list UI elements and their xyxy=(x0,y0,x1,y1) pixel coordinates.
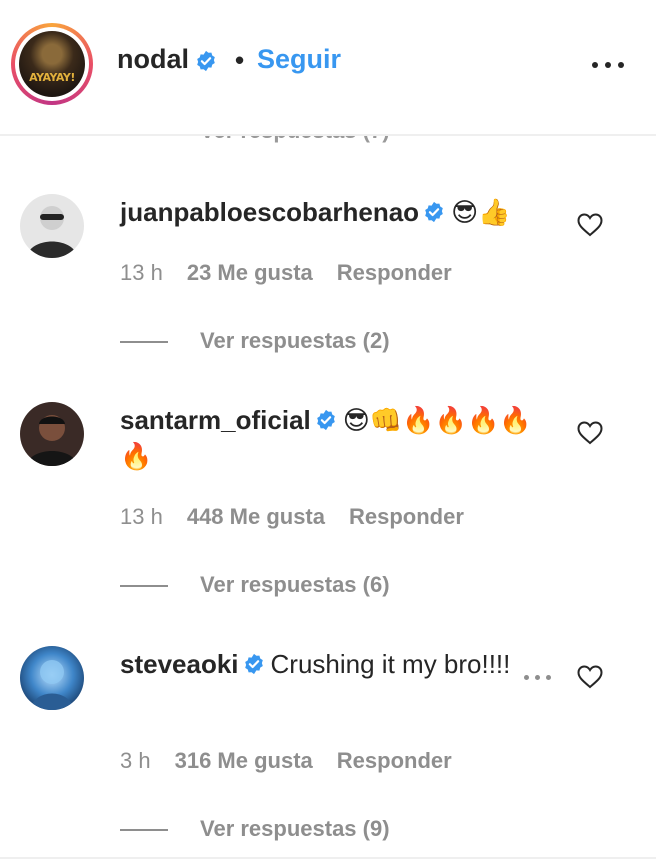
comment-meta: 3 h 316 Me gusta Responder xyxy=(120,748,476,774)
verified-badge-icon xyxy=(425,201,443,223)
heart-icon[interactable] xyxy=(577,665,603,689)
bottom-divider xyxy=(0,857,656,859)
reply-button[interactable]: Responder xyxy=(337,260,452,285)
comment-more-icon[interactable] xyxy=(524,675,552,681)
verified-badge-icon xyxy=(244,653,263,675)
comment-time[interactable]: 3 h xyxy=(120,748,151,773)
post-header: AYAYAY! nodal • Seguir xyxy=(0,0,656,136)
commenter-avatar[interactable] xyxy=(20,402,84,466)
avatar-image: AYAYAY! xyxy=(19,31,85,97)
comment-time[interactable]: 13 h xyxy=(120,260,163,285)
view-replies-label[interactable]: Ver respuestas (2) xyxy=(200,328,390,354)
reply-button[interactable]: Responder xyxy=(349,504,464,529)
comment-meta: 13 h 448 Me gusta Responder xyxy=(120,504,488,530)
avatar-image xyxy=(20,194,84,258)
comment-text: juanpabloescobarhenao 😎👍 xyxy=(120,194,540,230)
comment-username[interactable]: santarm_oficial xyxy=(120,405,311,435)
comment-body: Crushing it my bro!!!! xyxy=(270,649,511,679)
comment-time[interactable]: 13 h xyxy=(120,504,163,529)
owner-username[interactable]: nodal xyxy=(117,44,189,74)
verified-badge-icon xyxy=(316,409,335,431)
owner-username-row[interactable]: nodal xyxy=(117,44,217,75)
view-replies-label[interactable]: Ver respuestas (6) xyxy=(200,572,390,598)
comment-text: steveaoki Crushing it my bro!!!! xyxy=(120,646,520,682)
avatar-image xyxy=(20,402,84,466)
comment-likes[interactable]: 448 Me gusta xyxy=(187,504,325,529)
comment-likes[interactable]: 23 Me gusta xyxy=(187,260,313,285)
commenter-avatar[interactable] xyxy=(20,646,84,710)
comment-meta: 13 h 23 Me gusta Responder xyxy=(120,260,476,286)
commenter-avatar[interactable] xyxy=(20,194,84,258)
comment-likes[interactable]: 316 Me gusta xyxy=(175,748,313,773)
follow-button[interactable]: Seguir xyxy=(257,44,341,75)
verified-badge-icon xyxy=(197,50,215,71)
comment-username[interactable]: juanpabloescobarhenao xyxy=(120,197,419,227)
avatar-ring-inner: AYAYAY! xyxy=(15,27,89,101)
heart-icon[interactable] xyxy=(577,213,603,237)
header-separator: • xyxy=(235,45,245,75)
avatar-image xyxy=(20,646,84,710)
replies-divider xyxy=(120,829,168,831)
heart-icon[interactable] xyxy=(577,421,603,445)
view-replies-label[interactable]: Ver respuestas (9) xyxy=(200,816,390,842)
avatar-poster-text: AYAYAY! xyxy=(29,71,75,84)
owner-avatar[interactable]: AYAYAY! xyxy=(11,23,93,105)
more-options-icon[interactable] xyxy=(592,62,624,68)
comment-body: 😎👍 xyxy=(451,197,511,227)
replies-divider xyxy=(120,341,168,343)
comment-username[interactable]: steveaoki xyxy=(120,649,239,679)
comment-text: santarm_oficial 😎👊🔥🔥🔥🔥🔥 xyxy=(120,402,550,474)
replies-divider xyxy=(120,585,168,587)
reply-button[interactable]: Responder xyxy=(337,748,452,773)
